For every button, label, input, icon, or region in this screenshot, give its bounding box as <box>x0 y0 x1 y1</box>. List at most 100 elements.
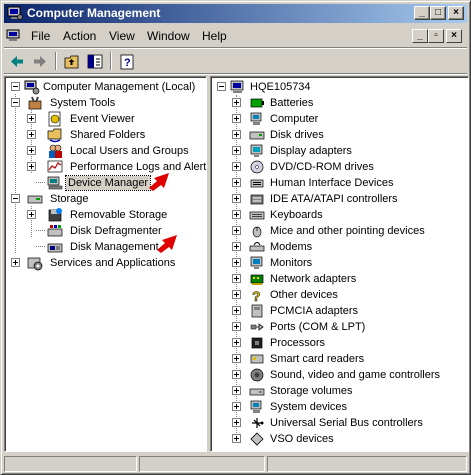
event-viewer-icon <box>48 111 61 127</box>
status-cell <box>267 456 467 472</box>
tree-label: Local Users and Groups <box>70 145 189 157</box>
device-category-label: VSO devices <box>270 433 334 445</box>
toolbar: ? <box>4 50 467 72</box>
menu-action[interactable]: Action <box>63 29 96 43</box>
pcmcia-icon <box>251 304 263 318</box>
expand-toggle[interactable] <box>27 162 36 171</box>
expand-toggle[interactable] <box>27 130 36 139</box>
smart-card-icon <box>250 354 264 364</box>
tree-label: Device Manager <box>64 175 152 191</box>
expand-toggle[interactable] <box>232 146 241 155</box>
device-category-label: Monitors <box>270 257 313 269</box>
device-category-label: PCMCIA adapters <box>270 305 359 317</box>
forward-arrow-icon[interactable] <box>30 52 50 71</box>
help-icon[interactable]: ? <box>117 52 137 71</box>
expand-toggle[interactable] <box>232 418 241 427</box>
device-category-label: System devices <box>270 401 348 413</box>
expand-toggle[interactable] <box>232 290 241 299</box>
device-category-label: Keyboards <box>270 209 323 221</box>
disk-defragmenter-icon <box>47 225 63 237</box>
expand-toggle[interactable] <box>232 306 241 315</box>
expand-toggle[interactable] <box>232 130 241 139</box>
device-category-label: Sound, video and game controllers <box>270 369 440 381</box>
expand-toggle[interactable] <box>232 354 241 363</box>
expand-toggle[interactable] <box>232 274 241 283</box>
expand-toggle[interactable] <box>232 114 241 123</box>
storage-icon <box>27 195 43 204</box>
collapse-toggle[interactable] <box>11 98 20 107</box>
expand-toggle[interactable] <box>232 258 241 267</box>
tree-line <box>15 94 16 253</box>
performance-logs-icon <box>47 160 63 173</box>
collapse-toggle[interactable] <box>11 82 20 91</box>
expand-toggle[interactable] <box>232 402 241 411</box>
expand-toggle[interactable] <box>232 386 241 395</box>
disk-drive-icon <box>249 131 265 140</box>
collapse-toggle[interactable] <box>11 194 20 203</box>
device-category-label: Batteries <box>270 97 314 109</box>
computer-management-icon <box>24 80 40 95</box>
show-hide-tree-icon[interactable] <box>85 52 105 71</box>
up-one-level-icon[interactable] <box>62 52 82 71</box>
collapse-toggle[interactable] <box>217 82 226 91</box>
users-icon <box>49 144 62 158</box>
modem-icon <box>249 242 265 252</box>
expand-toggle[interactable] <box>232 210 241 219</box>
expand-toggle[interactable] <box>232 226 241 235</box>
mouse-icon <box>252 226 262 238</box>
close-button[interactable]: × <box>448 6 464 20</box>
port-icon <box>250 323 264 331</box>
expand-toggle[interactable] <box>232 338 241 347</box>
expand-toggle[interactable] <box>11 258 20 267</box>
tree-line <box>36 182 45 183</box>
device-manager-icon <box>47 176 63 190</box>
menu-view[interactable]: View <box>109 29 135 43</box>
child-close-button[interactable]: × <box>446 29 462 43</box>
expand-toggle[interactable] <box>232 98 241 107</box>
back-arrow-icon[interactable] <box>7 52 27 71</box>
expand-toggle[interactable] <box>27 114 36 123</box>
toolbar-separator <box>55 52 57 70</box>
tree-label: Computer Management (Local) <box>43 81 196 93</box>
expand-toggle[interactable] <box>27 146 36 155</box>
tree-label: Storage <box>50 193 89 205</box>
console-tree-pane[interactable]: Computer Management (Local) System Tools… <box>4 76 207 452</box>
expand-toggle[interactable] <box>232 370 241 379</box>
expand-toggle[interactable] <box>232 242 241 251</box>
expand-toggle[interactable] <box>232 178 241 187</box>
menu-window[interactable]: Window <box>147 29 190 43</box>
processor-icon <box>251 337 263 349</box>
device-category-label: Display adapters <box>270 145 352 157</box>
computer-icon <box>230 80 244 93</box>
expand-toggle[interactable] <box>232 194 241 203</box>
tree-label: Services and Applications <box>50 257 176 269</box>
menu-help[interactable]: Help <box>202 29 227 43</box>
minimize-button[interactable]: _ <box>414 6 430 20</box>
display-adapter-icon <box>250 144 263 157</box>
child-minimize-button[interactable]: _ <box>412 29 428 43</box>
expand-toggle[interactable] <box>232 434 241 443</box>
menu-bar: File Action View Window Help _ ▫ × <box>4 25 467 47</box>
system-tools-icon <box>28 96 42 110</box>
expand-toggle[interactable] <box>232 322 241 331</box>
svg-text:?: ? <box>252 288 261 303</box>
device-category-label: Disk drives <box>270 129 324 141</box>
child-restore-button[interactable]: ▫ <box>428 29 444 43</box>
device-root-label: HQE105734 <box>250 81 311 93</box>
menu-file[interactable]: File <box>31 29 50 43</box>
disk-management-icon <box>47 243 63 253</box>
device-category-label: Universal Serial Bus controllers <box>270 417 423 429</box>
mmc-document-icon[interactable] <box>6 28 22 44</box>
expand-toggle[interactable] <box>232 162 241 171</box>
expand-toggle[interactable] <box>27 210 36 219</box>
red-annotation-arrow <box>157 235 177 253</box>
maximize-button[interactable]: □ <box>430 6 446 20</box>
tree-label: System Tools <box>50 97 116 109</box>
unknown-device-icon: ? <box>252 288 261 303</box>
title-bar[interactable]: Computer Management _ □ × <box>4 4 467 23</box>
device-tree-pane[interactable]: HQE105734 Batteries Computer Disk drives Di… <box>210 76 469 452</box>
removable-storage-icon <box>48 208 62 222</box>
menu-separator <box>4 47 467 49</box>
tree-line <box>36 230 45 231</box>
status-bar <box>4 455 467 473</box>
